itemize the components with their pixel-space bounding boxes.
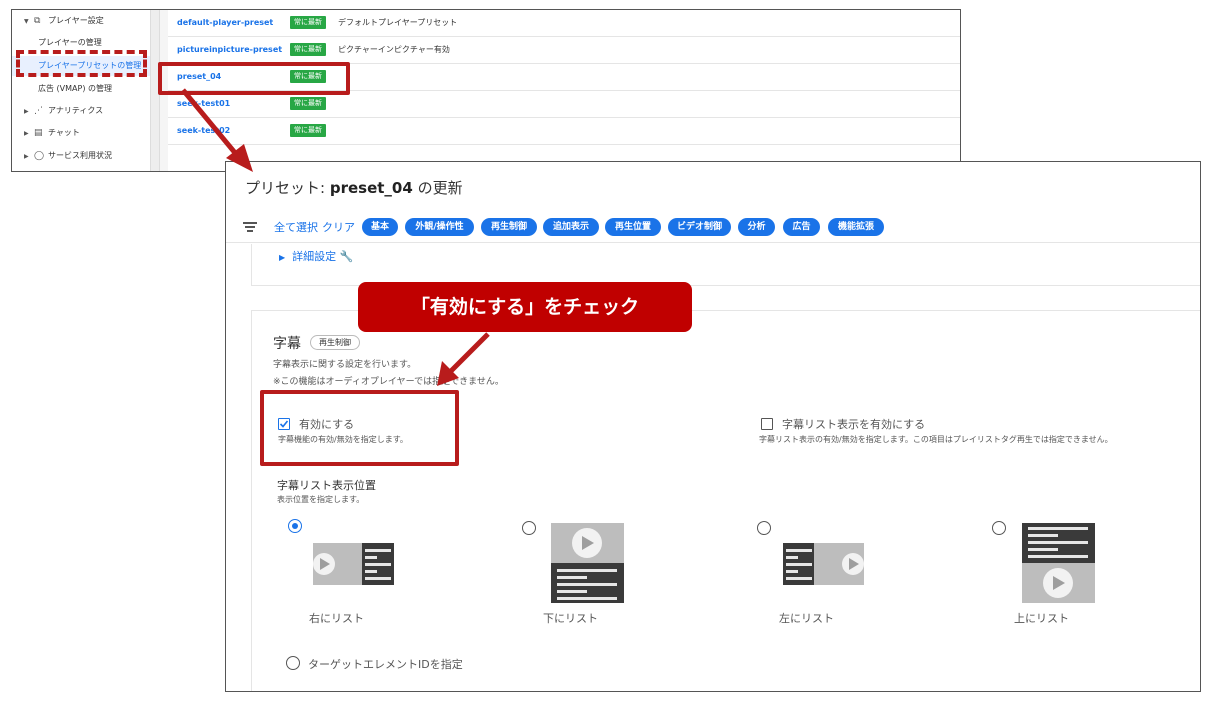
chip-appearance[interactable]: 外観/操作性 — [405, 218, 474, 236]
caret-right-icon: ▶ — [24, 130, 29, 137]
radio-bottom-list[interactable] — [522, 521, 536, 535]
sidebar-item-label: チャット — [48, 128, 80, 137]
top-list-layout-icon — [1022, 523, 1095, 603]
chat-icon: ▤ — [34, 128, 43, 138]
filter-bar: 全て選択 クリア 基本 外観/操作性 再生制御 追加表示 再生位置 ビデオ制御 … — [243, 218, 1193, 236]
highlight-preset-04-row — [158, 62, 350, 95]
sidebar-item-label: サービス利用状況 — [48, 151, 112, 160]
advanced-settings-label: 詳細設定 — [292, 250, 337, 263]
option-label-bottom-list[interactable]: 下にリスト — [543, 610, 598, 626]
subtitle-list-label[interactable]: 字幕リスト表示を有効にする — [782, 416, 925, 432]
status-badge: 常に最新 — [290, 124, 326, 137]
preset-list-screenshot: ▼ ⧉ プレイヤー設定 プレイヤーの管理 プレイヤープリセットの管理 広告 (VMA… — [11, 9, 961, 172]
position-title: 字幕リスト表示位置 — [277, 479, 376, 492]
sidebar-item-ad-manage[interactable]: 広告 (VMAP) の管理 — [12, 79, 150, 99]
chip-basic[interactable]: 基本 — [362, 218, 398, 236]
radio-left-list[interactable] — [757, 521, 771, 535]
status-badge: 常に最新 — [290, 97, 326, 110]
sidebar-item-label: プレイヤー設定 — [48, 16, 104, 25]
option-label-top-list[interactable]: 上にリスト — [1014, 610, 1069, 626]
left-list-layout-icon — [783, 543, 864, 585]
table-row[interactable]: seek-test01 常に最新 — [168, 91, 960, 118]
page-title: プリセット: preset_04 の更新 — [245, 177, 463, 198]
radio-top-list[interactable] — [992, 521, 1006, 535]
advanced-settings-card: ▶ 詳細設定 🔧 — [251, 244, 1200, 286]
section-title: 字幕 — [273, 336, 301, 352]
highlight-preset-manage — [16, 50, 147, 77]
status-badge: 常に最新 — [290, 16, 326, 29]
instruction-callout: 「有効にする」をチェック — [358, 282, 692, 332]
divider — [226, 242, 1200, 243]
sidebar-item-label: 広告 (VMAP) の管理 — [38, 84, 112, 93]
sidebar-item-analytics[interactable]: ▶ ⋰ アナリティクス — [12, 101, 150, 121]
analytics-icon: ⋰ — [34, 106, 43, 116]
table-row[interactable]: seek-test02 常に最新 — [168, 118, 960, 145]
preset-name-link[interactable]: seek-test02 — [177, 126, 230, 135]
caret-down-icon: ▼ — [24, 18, 29, 25]
chip-extensions[interactable]: 機能拡張 — [828, 218, 884, 236]
caret-right-icon: ▶ — [279, 253, 286, 262]
status-icon: ◯ — [34, 151, 45, 161]
section-note: ※この機能はオーディオプレイヤーでは指定できません。 — [273, 377, 504, 387]
title-prefix: プリセット: — [245, 179, 330, 197]
caret-right-icon: ▶ — [24, 108, 29, 115]
sidebar-item-service-status[interactable]: ▶ ◯ サービス利用状況 — [12, 146, 150, 166]
radio-target-element[interactable] — [286, 656, 300, 670]
option-label-right-list[interactable]: 右にリスト — [309, 610, 364, 626]
sidebar: ▼ ⧉ プレイヤー設定 プレイヤーの管理 プレイヤープリセットの管理 広告 (VMA… — [12, 10, 150, 171]
title-suffix: の更新 — [412, 179, 463, 197]
player-settings-icon: ⧉ — [34, 16, 41, 26]
table-row[interactable]: default-player-preset 常に最新 デフォルトプレイヤープリセ… — [168, 10, 960, 37]
preset-name-link[interactable]: pictureinpicture-preset — [177, 45, 282, 54]
title-preset-name: preset_04 — [329, 179, 413, 197]
sidebar-item-chat[interactable]: ▶ ▤ チャット — [12, 123, 150, 143]
preset-name-link[interactable]: default-player-preset — [177, 18, 273, 27]
subtitle-settings-card: 字幕 再生制御 字幕表示に関する設定を行います。 ※この機能はオーディオプレイヤ… — [251, 310, 1200, 691]
section-description: 字幕表示に関する設定を行います。 — [273, 360, 417, 370]
filter-icon[interactable] — [243, 218, 259, 236]
option-label-left-list[interactable]: 左にリスト — [779, 610, 834, 626]
chip-ads[interactable]: 広告 — [783, 218, 820, 236]
caret-right-icon: ▶ — [24, 153, 29, 160]
clear-link[interactable]: クリア — [322, 219, 355, 235]
chip-extra-display[interactable]: 追加表示 — [543, 218, 599, 236]
sidebar-item-label: プレイヤーの管理 — [38, 38, 102, 47]
right-list-layout-icon — [313, 543, 394, 585]
chip-video-control[interactable]: ビデオ制御 — [668, 218, 731, 236]
category-badge: 再生制御 — [310, 335, 360, 350]
preset-name-link[interactable]: seek-test01 — [177, 99, 230, 108]
table-row[interactable]: pictureinpicture-preset 常に最新 ピクチャーインピクチャ… — [168, 37, 960, 64]
chip-playback-control[interactable]: 再生制御 — [481, 218, 537, 236]
preset-description: デフォルトプレイヤープリセット — [338, 18, 458, 27]
option-label-target-element[interactable]: ターゲットエレメントIDを指定 — [308, 656, 463, 672]
advanced-settings-toggle[interactable]: ▶ 詳細設定 🔧 — [279, 248, 353, 264]
bottom-list-layout-icon — [551, 523, 624, 603]
sidebar-item-label: アナリティクス — [48, 106, 104, 115]
highlight-enable-checkbox — [260, 390, 459, 466]
subtitle-list-checkbox[interactable] — [761, 418, 773, 430]
select-all-link[interactable]: 全て選択 — [274, 219, 318, 235]
wrench-icon: 🔧 — [339, 250, 354, 263]
preset-description: ピクチャーインピクチャー有効 — [338, 45, 450, 54]
position-description: 表示位置を指定します。 — [277, 495, 365, 504]
sidebar-item-player-settings[interactable]: ▼ ⧉ プレイヤー設定 — [12, 11, 150, 31]
chip-playback-position[interactable]: 再生位置 — [605, 218, 661, 236]
chip-analysis[interactable]: 分析 — [738, 218, 775, 236]
subtitle-list-help: 字幕リスト表示の有効/無効を指定します。この項目はプレイリストタグ再生では指定で… — [759, 435, 1113, 444]
status-badge: 常に最新 — [290, 43, 326, 56]
radio-right-list[interactable] — [288, 519, 302, 533]
